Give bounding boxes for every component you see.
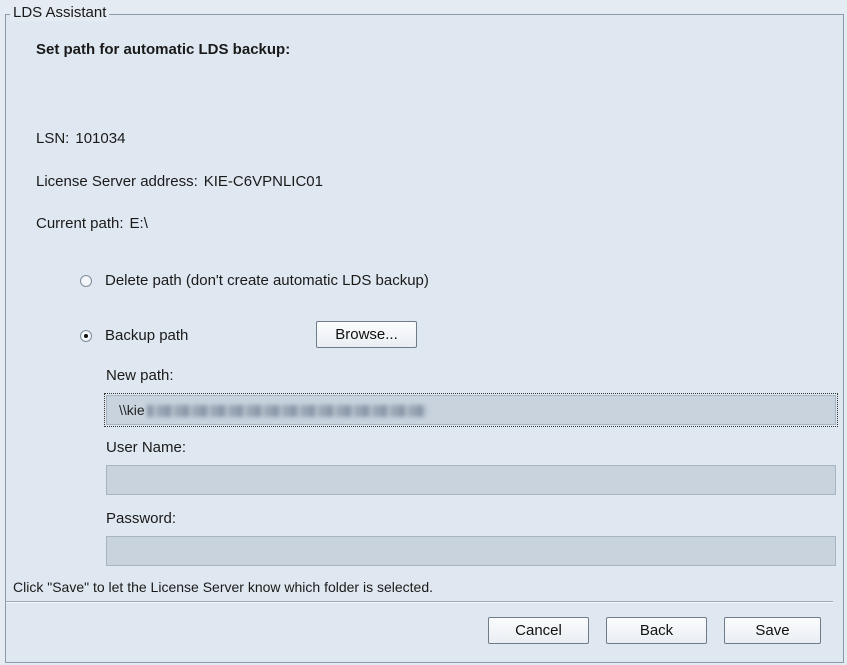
new-path-input[interactable]: \\kie — [104, 393, 838, 427]
password-label: Password: — [106, 510, 177, 527]
browse-button[interactable]: Browse... — [316, 321, 417, 348]
backup-path-radio[interactable] — [80, 329, 92, 342]
panel-title: LDS Assistant — [10, 4, 110, 21]
backup-path-option[interactable]: Backup path — [80, 327, 188, 344]
lsn-value: 101034 — [75, 130, 126, 147]
server-address-value: KIE-C6VPNLIC01 — [203, 173, 323, 190]
current-path-value: E:\ — [129, 215, 148, 232]
delete-path-radio[interactable] — [80, 274, 92, 287]
footer-divider — [6, 601, 833, 603]
server-address-row: License Server address: KIE-C6VPNLIC01 — [36, 173, 323, 190]
user-name-input[interactable] — [106, 465, 836, 495]
server-address-label: License Server address: — [36, 173, 198, 190]
new-path-value: \\kie — [119, 402, 145, 418]
password-input[interactable] — [106, 536, 836, 566]
current-path-label: Current path: — [36, 215, 124, 232]
new-path-label: New path: — [106, 367, 174, 384]
current-path-row: Current path: E:\ — [36, 215, 148, 232]
page-heading: Set path for automatic LDS backup: — [36, 41, 291, 58]
delete-path-option[interactable]: Delete path (don't create automatic LDS … — [80, 272, 429, 289]
lsn-label: LSN: — [36, 130, 70, 147]
back-button[interactable]: Back — [606, 617, 707, 644]
cancel-button[interactable]: Cancel — [488, 617, 589, 644]
footer-hint: Click "Save" to let the License Server k… — [13, 579, 434, 595]
lsn-row: LSN: 101034 — [36, 130, 125, 147]
delete-path-label: Delete path (don't create automatic LDS … — [105, 272, 429, 289]
backup-path-label: Backup path — [105, 327, 189, 344]
user-name-label: User Name: — [106, 439, 187, 456]
save-button[interactable]: Save — [724, 617, 821, 644]
redacted-path-blur — [146, 405, 427, 418]
